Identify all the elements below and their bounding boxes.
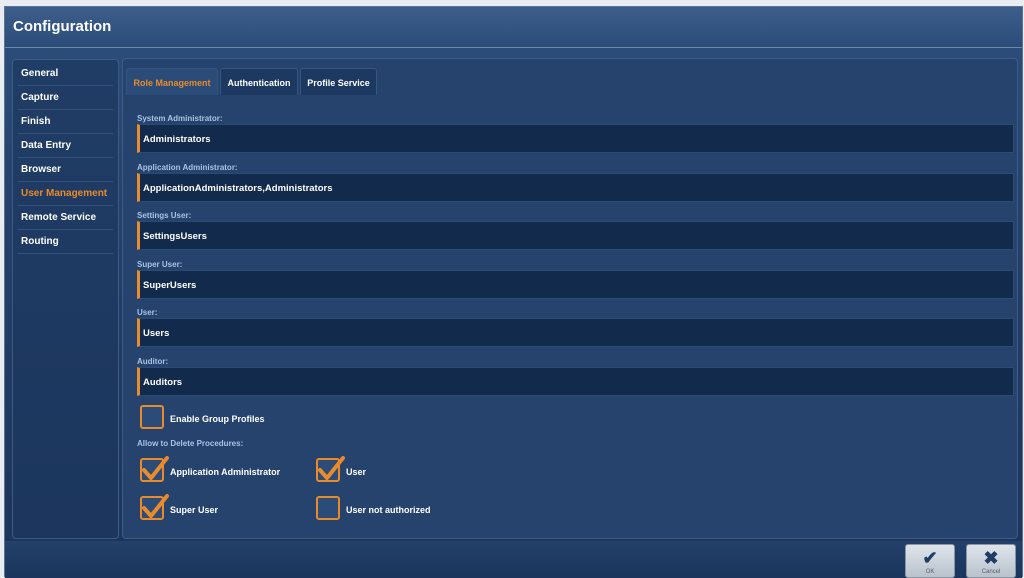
check-icon [142,456,169,480]
ok-button-label: OK [925,569,935,575]
super-user-delete-label: Super User [170,505,219,515]
delete-procedures-label: Allow to Delete Procedures: [137,439,244,448]
app-admin-delete-label: Application Administrator [170,467,281,477]
sidebar-item-finish[interactable]: Finish [17,112,113,134]
auditor-field[interactable]: Auditors [137,367,1014,396]
close-icon: ✖ [983,548,999,568]
app-admin-delete-checkbox[interactable] [140,456,169,482]
system-administrator-field[interactable]: Administrators [137,124,1014,153]
user-label: User: [137,308,158,317]
application-administrator-label: Application Administrator: [137,163,238,172]
check-icon [142,494,169,518]
user-not-authorized-delete-checkbox[interactable] [316,496,340,520]
content-panel: Role Management Authentication Profile S… [122,58,1018,539]
tab-role-management[interactable]: Role Management [126,68,218,95]
title-bar: Configuration [5,7,1022,48]
user-field[interactable]: Users [137,318,1014,347]
sidebar-item-remote-service[interactable]: Remote Service [17,208,113,230]
sidebar: General Capture Finish Data Entry Browse… [12,59,119,539]
check-icon [318,456,345,480]
tab-authentication[interactable]: Authentication [220,68,298,95]
application-administrator-field[interactable]: ApplicationAdministrators,Administrators [137,173,1014,202]
sidebar-item-user-management[interactable]: User Management [17,184,113,206]
cancel-button-label: Cancel [981,569,1001,575]
sidebar-item-data-entry[interactable]: Data Entry [17,136,113,158]
settings-user-label: Settings User: [137,211,192,220]
sidebar-item-browser[interactable]: Browser [17,160,113,182]
configuration-window: Configuration General Capture Finish Dat… [4,6,1023,578]
checkmark-icon: ✔ [922,548,938,568]
system-administrator-label: System Administrator: [137,114,223,123]
ok-button[interactable]: ✔ OK [905,544,955,578]
window-title: Configuration [13,18,112,35]
enable-group-profiles-label: Enable Group Profiles [170,414,265,424]
user-not-authorized-delete-label: User not authorized [346,505,431,515]
sidebar-item-routing[interactable]: Routing [17,232,113,254]
cancel-button[interactable]: ✖ Cancel [966,544,1016,578]
auditor-label: Auditor: [137,357,169,366]
sidebar-item-capture[interactable]: Capture [17,88,113,110]
tab-profile-service[interactable]: Profile Service [300,68,377,95]
super-user-label: Super User: [137,260,183,269]
user-delete-checkbox[interactable] [316,456,345,482]
super-user-delete-checkbox[interactable] [140,494,169,520]
settings-user-field[interactable]: SettingsUsers [137,221,1014,250]
sidebar-item-general[interactable]: General [17,64,113,86]
user-delete-label: User [346,467,367,477]
super-user-field[interactable]: SuperUsers [137,270,1014,299]
enable-group-profiles-checkbox[interactable] [140,405,164,429]
footer-bar: ✔ OK ✖ Cancel [5,541,1022,578]
